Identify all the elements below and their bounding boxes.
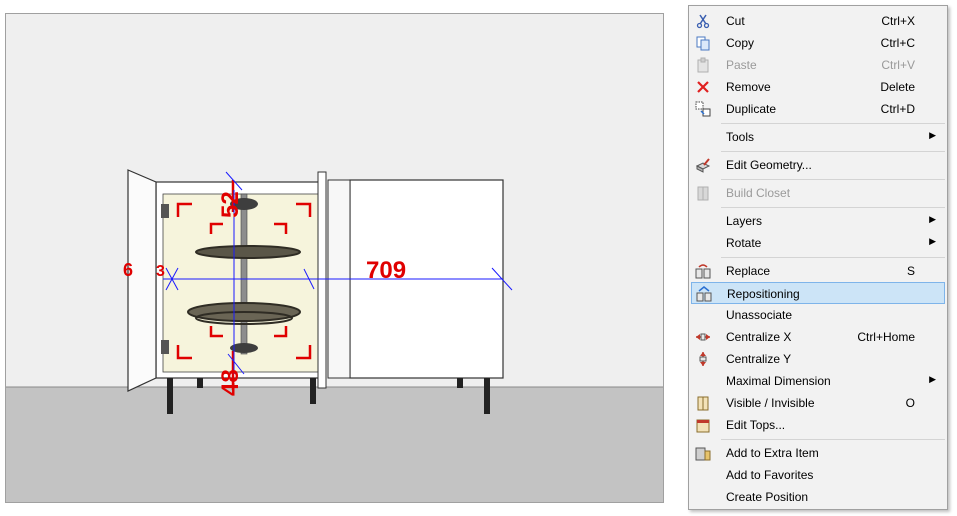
menu-separator (721, 123, 945, 124)
menu-item-visible-invisible[interactable]: Visible / Invisible O (691, 392, 945, 414)
menu-item-layers[interactable]: Layers ▶ (691, 210, 945, 232)
dimension-label-side: 6 (123, 260, 133, 280)
menu-item-rotate[interactable]: Rotate ▶ (691, 232, 945, 254)
menu-separator (721, 179, 945, 180)
menu-item-label: Maximal Dimension (726, 374, 831, 388)
corner-cabinet-side-panel (317, 171, 327, 389)
menu-item-label: Duplicate (726, 102, 777, 116)
menu-item-label: Visible / Invisible (726, 396, 815, 410)
menu-item-copy[interactable]: Copy Ctrl+C (691, 32, 945, 54)
menu-item-label: Cut (726, 14, 745, 28)
menu-item-tools[interactable]: Tools ▶ (691, 126, 945, 148)
visible-icon (697, 396, 709, 411)
menu-item-edit-geometry[interactable]: Edit Geometry... (691, 154, 945, 176)
paste-icon (697, 57, 709, 73)
corner-cabinet-leg-3 (310, 378, 316, 404)
door-hinge-bottom (161, 340, 169, 354)
submenu-arrow-icon: ▶ (929, 236, 936, 246)
repositioning-icon (696, 286, 712, 302)
right-cabinet-leg (457, 378, 463, 388)
menu-item-build-closet[interactable]: Build Closet (691, 182, 945, 204)
menu-item-label: Centralize X (726, 330, 792, 344)
menu-item-shortcut: Ctrl+C (880, 36, 915, 50)
carousel-tray-upper (195, 245, 301, 259)
menu-item-paste[interactable]: Paste Ctrl+V (691, 54, 945, 76)
corner-cabinet-leg-2 (197, 378, 203, 388)
menu-item-label: Remove (726, 80, 771, 94)
menu-item-remove[interactable]: Remove Delete (691, 76, 945, 98)
menu-item-duplicate[interactable]: Duplicate Ctrl+D (691, 98, 945, 120)
menu-item-shortcut: Ctrl+D (880, 102, 915, 116)
menu-item-shortcut: S (906, 264, 915, 278)
menu-item-shortcut: Ctrl+V (881, 58, 915, 72)
menu-item-label: Add to Extra Item (726, 446, 819, 460)
menu-item-label: Build Closet (726, 186, 791, 200)
menu-item-cut[interactable]: Cut Ctrl+X (691, 10, 945, 32)
cabinet-scene[interactable]: 52 709 48 6 3 (6, 14, 664, 503)
right-cabinet-leg-front (484, 378, 490, 414)
submenu-arrow-icon: ▶ (929, 374, 936, 384)
menu-item-label: Tools (726, 130, 755, 144)
menu-separator (721, 207, 945, 208)
menu-item-replace[interactable]: Replace S (691, 260, 945, 282)
menu-item-create-position[interactable]: Create Position (691, 486, 945, 508)
submenu-arrow-icon: ▶ (929, 130, 936, 140)
scissors-icon (696, 14, 710, 29)
centralize-y-icon (699, 352, 707, 366)
remove-x-icon (697, 81, 709, 93)
floor (6, 387, 663, 502)
replace-icon (695, 264, 711, 279)
open-door[interactable] (127, 169, 157, 392)
build-closet-icon (697, 186, 709, 201)
menu-item-label: Edit Geometry... (726, 158, 812, 172)
context-menu: Cut Ctrl+X Copy Ctrl+C Paste Ctrl+V Remo… (688, 5, 948, 510)
menu-item-repositioning[interactable]: Repositioning (691, 282, 945, 304)
menu-item-shortcut: O (905, 396, 915, 410)
menu-item-label: Paste (726, 58, 757, 72)
menu-item-label: Replace (726, 264, 771, 278)
menu-item-label: Unassociate (726, 308, 793, 322)
dimension-label-side-inner: 3 (156, 263, 165, 280)
menu-item-label: Repositioning (727, 287, 800, 301)
copy-icon (696, 36, 710, 51)
menu-item-label: Add to Favorites (726, 468, 814, 482)
3d-viewport[interactable]: 52 709 48 6 3 (5, 13, 664, 503)
menu-item-centralize-y[interactable]: Centralize Y (691, 348, 945, 370)
menu-separator (721, 151, 945, 152)
menu-item-edit-tops[interactable]: Edit Tops... (691, 414, 945, 436)
menu-item-unassociate[interactable]: Unassociate (691, 304, 945, 326)
menu-item-add-to-extra-item[interactable]: Add to Extra Item (691, 442, 945, 464)
centralize-x-icon (696, 333, 710, 341)
menu-item-label: Copy (726, 36, 755, 50)
dimension-label-52: 52 (217, 191, 244, 218)
menu-item-maximal-dimension[interactable]: Maximal Dimension ▶ (691, 370, 945, 392)
menu-item-add-to-favorites[interactable]: Add to Favorites (691, 464, 945, 486)
menu-item-centralize-x[interactable]: Centralize X Ctrl+Home (691, 326, 945, 348)
extra-item-icon (695, 447, 711, 461)
menu-item-shortcut: Delete (880, 80, 915, 94)
menu-separator (721, 257, 945, 258)
menu-item-label: Layers (726, 214, 763, 228)
duplicate-icon (695, 101, 711, 117)
dimension-label-48: 48 (217, 369, 244, 396)
menu-item-shortcut: Ctrl+Home (857, 330, 915, 344)
submenu-arrow-icon: ▶ (929, 214, 936, 224)
menu-separator (721, 439, 945, 440)
menu-item-label: Centralize Y (726, 352, 792, 366)
door-hinge-top (161, 204, 169, 218)
menu-item-label: Create Position (726, 490, 809, 504)
menu-item-label: Rotate (726, 236, 762, 250)
corner-cabinet-leg-1 (167, 378, 173, 414)
menu-item-label: Edit Tops... (726, 418, 786, 432)
edit-geometry-icon (695, 158, 711, 173)
dimension-label-709: 709 (366, 257, 406, 284)
edit-tops-icon (696, 419, 710, 433)
menu-item-shortcut: Ctrl+X (881, 14, 915, 28)
